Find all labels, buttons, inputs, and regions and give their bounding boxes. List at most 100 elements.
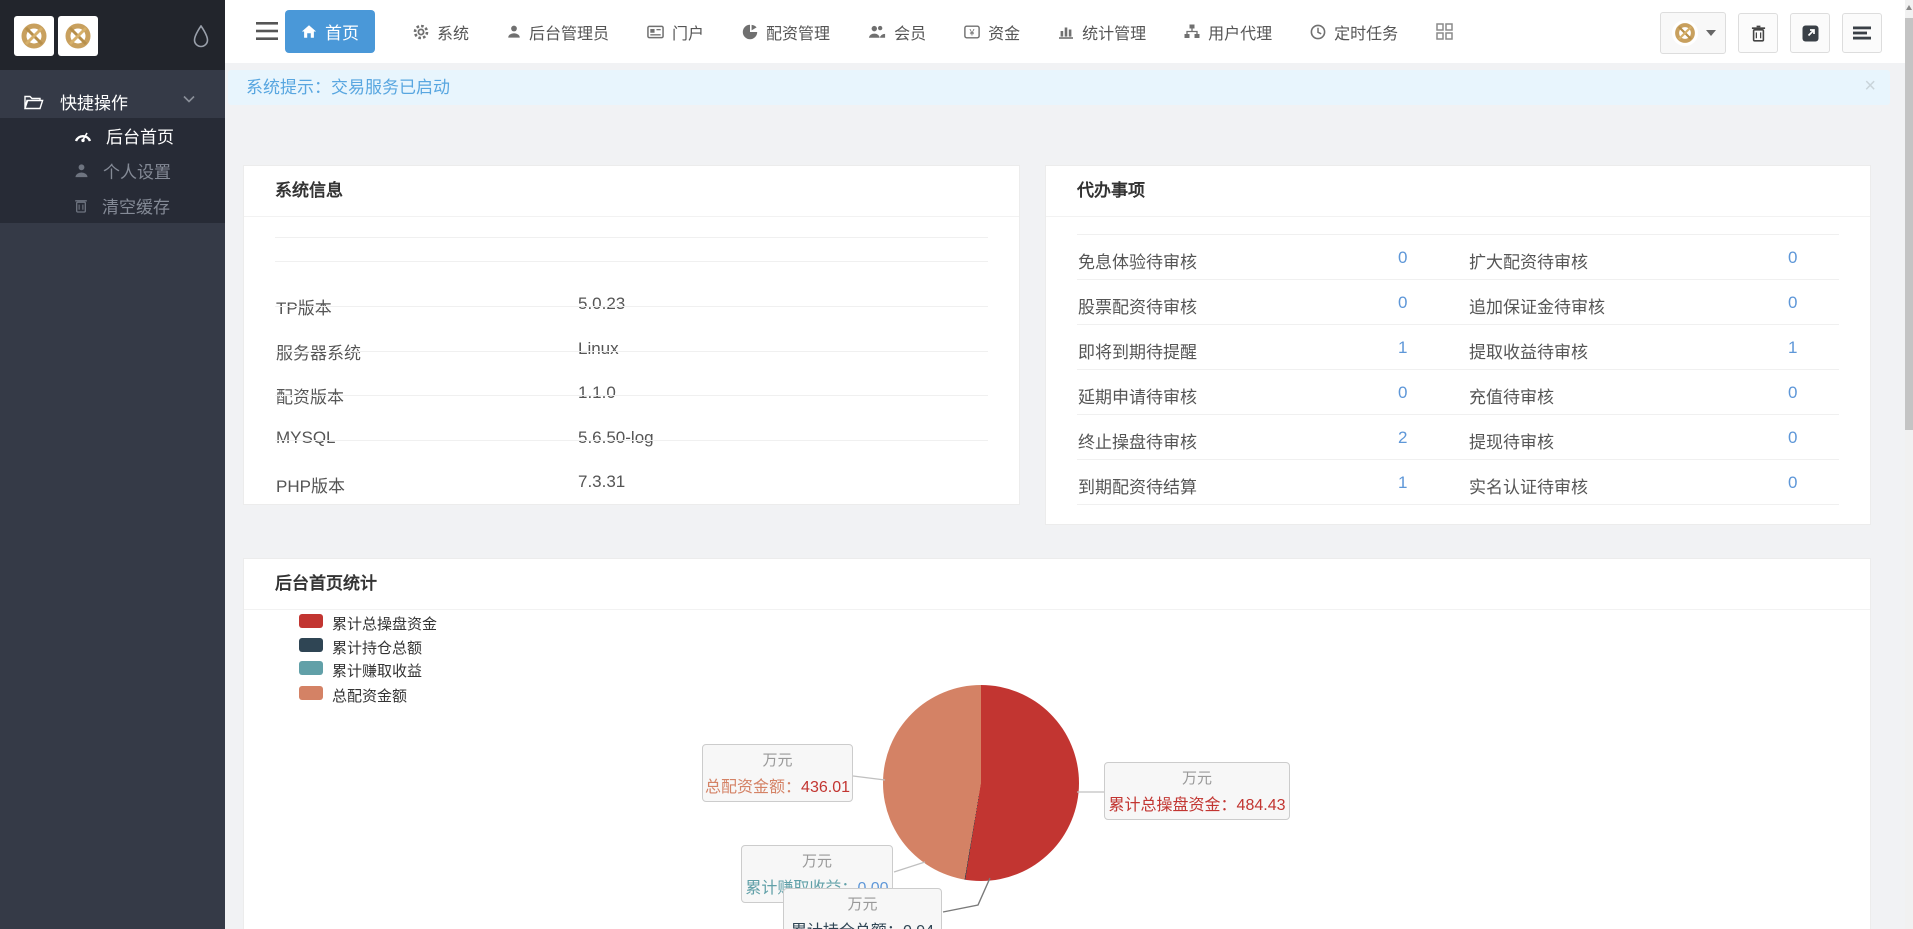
nav-item-allocation-management[interactable]: 配资管理 (742, 20, 830, 44)
todo-count[interactable]: 0 (1788, 293, 1797, 313)
pie-label-total-allocation: 万元 总配资金额：436.01 (702, 744, 853, 802)
water-drop-icon[interactable] (192, 25, 210, 49)
divider (1077, 234, 1839, 235)
todo-count[interactable]: 0 (1398, 293, 1407, 313)
todo-title: 代办事项 (1077, 166, 1145, 216)
pie-label-text: 累计总操盘资金：484.43 (1109, 791, 1286, 815)
pie-label-text: 总配资金额：436.01 (705, 773, 850, 797)
todo-count[interactable]: 2 (1398, 428, 1407, 448)
alert-message: 系统提示：交易服务已启动 (246, 70, 450, 105)
info-value: 7.3.31 (578, 472, 625, 492)
user-icon (74, 163, 89, 178)
todo-label: 即将到期待提醒 (1078, 338, 1197, 363)
nav-item-portal[interactable]: 门户 (647, 20, 704, 44)
todo-label: 延期申请待审核 (1078, 383, 1197, 408)
divider (275, 351, 988, 352)
brand-logo-secondary[interactable] (58, 16, 98, 56)
sidebar: 快捷操作 后台首页 个人设置 (0, 0, 225, 929)
window-scrollbar[interactable] (1905, 0, 1913, 929)
nav-item-user-agents[interactable]: 用户代理 (1184, 20, 1272, 44)
chevron-down-icon (183, 95, 195, 103)
nav-item-home[interactable]: 首页 (285, 10, 375, 53)
svg-text:¥: ¥ (969, 27, 975, 37)
nav-item-label: 首页 (325, 19, 359, 44)
nav-item-admins[interactable]: 后台管理员 (507, 20, 609, 44)
divider (275, 237, 988, 238)
todo-label: 追加保证金待审核 (1469, 293, 1605, 318)
gear-icon (413, 24, 429, 40)
caret-down-icon (1706, 30, 1716, 36)
nav-item-label: 资金 (988, 20, 1020, 44)
apps-grid-icon[interactable] (1436, 23, 1453, 40)
sidebar-item-label: 清空缓存 (102, 193, 170, 218)
more-menu-button[interactable] (1842, 13, 1882, 53)
info-value: Linux (578, 339, 619, 359)
gold-knot-logo-icon (18, 20, 50, 52)
navbar-right-controls (1660, 12, 1882, 54)
todo-count[interactable]: 1 (1398, 338, 1407, 358)
hamburger-menu-icon[interactable] (255, 21, 279, 41)
folder-open-icon (24, 94, 44, 110)
nav-item-funds[interactable]: ¥ 资金 (964, 20, 1020, 44)
scrollbar-thumb[interactable] (1905, 18, 1913, 430)
nav-item-label: 配资管理 (766, 20, 830, 44)
scrollbar-up-arrow[interactable] (1906, 5, 1912, 10)
avatar-dropdown[interactable] (1660, 12, 1726, 54)
divider (1077, 414, 1839, 415)
sidebar-item-clear-cache[interactable]: 清空缓存 (0, 188, 225, 223)
unit-label: 万元 (802, 850, 832, 871)
todo-count[interactable]: 0 (1788, 248, 1797, 268)
todo-label: 到期配资待结算 (1078, 473, 1197, 498)
sitemap-icon (1184, 24, 1200, 39)
system-alert: 系统提示：交易服务已启动 × (228, 70, 1890, 105)
todo-count[interactable]: 0 (1788, 473, 1797, 493)
todo-count[interactable]: 0 (1788, 383, 1797, 403)
divider (275, 306, 988, 307)
divider (1077, 504, 1839, 505)
nav-item-label: 会员 (894, 20, 926, 44)
divider (1077, 459, 1839, 460)
clear-cache-button[interactable] (1738, 13, 1778, 53)
todo-card: 代办事项 免息体验待审核 0 扩大配资待审核 0 股票配资待审核 0 追加保证金… (1045, 165, 1871, 525)
gauge-icon (74, 128, 92, 143)
todo-count[interactable]: 0 (1788, 428, 1797, 448)
sidebar-group-label: 快捷操作 (60, 89, 128, 114)
divider (275, 395, 988, 396)
nav-menu: 首页 系统 后台管理员 (285, 0, 1453, 63)
todo-header: 代办事项 (1046, 166, 1870, 217)
pie-leader-lines (244, 559, 1872, 929)
todo-label: 股票配资待审核 (1078, 293, 1197, 318)
divider (1077, 324, 1839, 325)
nav-item-statistics[interactable]: 统计管理 (1058, 20, 1146, 44)
home-icon (301, 24, 317, 39)
clock-icon (1310, 24, 1326, 40)
users-icon (868, 24, 886, 39)
nav-item-members[interactable]: 会员 (868, 20, 926, 44)
todo-count[interactable]: 1 (1398, 473, 1407, 493)
stats-card: 后台首页统计 累计总操盘资金 累计持仓总额 累计赚取收益 总配资金额 万元 总配… (243, 558, 1871, 929)
expand-icon (1802, 25, 1819, 42)
sidebar-item-profile-settings[interactable]: 个人设置 (0, 153, 225, 188)
series-value: 484.43 (1237, 797, 1286, 814)
nav-item-system[interactable]: 系统 (413, 20, 469, 44)
sidebar-item-dashboard[interactable]: 后台首页 (0, 118, 225, 153)
info-value: 5.0.23 (578, 294, 625, 314)
alert-close-icon[interactable]: × (1864, 70, 1876, 103)
money-icon: ¥ (964, 25, 980, 39)
todo-count[interactable]: 0 (1398, 383, 1407, 403)
newspaper-icon (647, 25, 664, 39)
fullscreen-button[interactable] (1790, 13, 1830, 53)
todo-count[interactable]: 0 (1398, 248, 1407, 268)
unit-label: 万元 (762, 749, 792, 770)
divider (275, 261, 988, 262)
sidebar-submenu: 后台首页 个人设置 清空缓存 (0, 118, 225, 223)
todo-count[interactable]: 1 (1788, 338, 1797, 358)
brand-logo[interactable] (14, 16, 54, 56)
sidebar-header (0, 0, 225, 70)
sidebar-group-quick-actions[interactable]: 快捷操作 (0, 85, 225, 118)
series-name: 总配资金额： (705, 779, 801, 796)
nav-item-label: 门户 (672, 20, 704, 44)
trash-icon (1751, 25, 1766, 42)
todo-label: 实名认证待审核 (1469, 473, 1588, 498)
nav-item-scheduled-tasks[interactable]: 定时任务 (1310, 20, 1398, 44)
